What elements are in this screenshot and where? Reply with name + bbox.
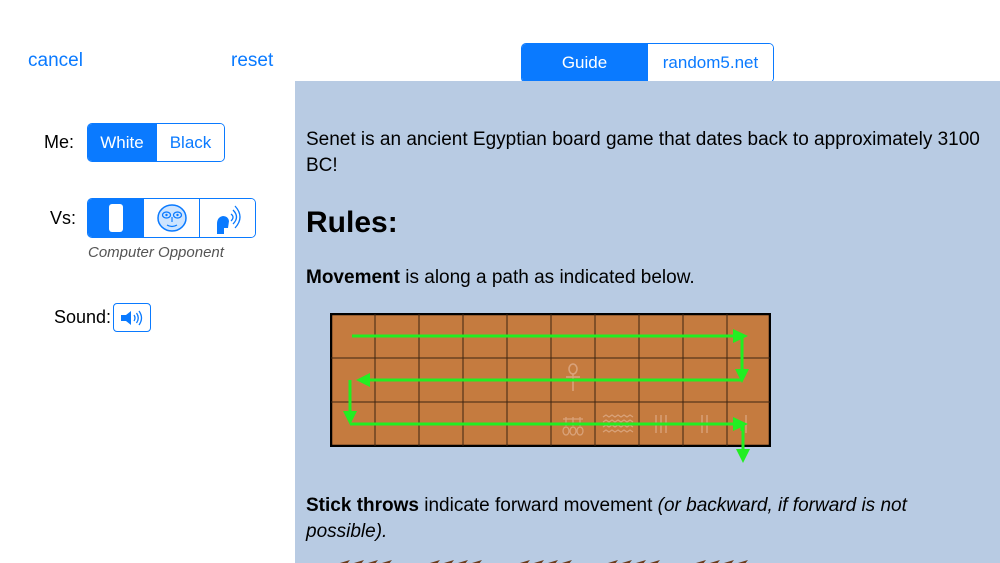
stick-throws-text: Stick throws indicate forward movement (… [306,493,986,545]
black-option[interactable]: Black [156,124,224,161]
human-player-icon [108,204,123,232]
stick-throw-icons [340,560,748,563]
senet-board-diagram [330,313,771,447]
intro-text: Senet is an ancient Egyptian board game … [306,129,980,176]
vs-label: Vs: [50,208,77,228]
remote-player-icon [216,205,241,234]
human-player-option[interactable] [88,199,143,237]
sound-toggle-button[interactable] [113,303,151,332]
tab-random5[interactable]: random5.net [647,44,773,82]
movement-desc: is along a path as indicated below. [399,267,695,288]
me-color-selector: White Black [87,123,225,162]
movement-text: Movement is along a path as indicated be… [306,267,695,289]
tab-guide[interactable]: Guide [522,44,647,82]
white-option[interactable]: White [88,124,156,161]
guide-panel: Senet is an ancient Egyptian board game … [295,81,1000,563]
cancel-button[interactable]: cancel [28,50,83,72]
speaker-icon [121,310,143,325]
sound-label: Sound: [54,307,112,327]
stick-throws-desc: indicate forward movement [418,495,658,516]
me-label: Me: [44,132,75,152]
movement-bold: Movement [306,267,400,288]
computer-face-icon [156,204,187,232]
opponent-caption: Computer Opponent [88,244,224,261]
rules-heading: Rules: [306,206,398,239]
exit-arrow [736,424,750,463]
reset-button[interactable]: reset [231,50,273,72]
computer-opponent-option[interactable] [143,199,199,237]
remote-player-option[interactable] [199,199,255,237]
stick-throws-bold: Stick throws [306,495,419,516]
view-tabs: Guide random5.net [521,43,774,83]
opponent-selector [87,198,256,238]
